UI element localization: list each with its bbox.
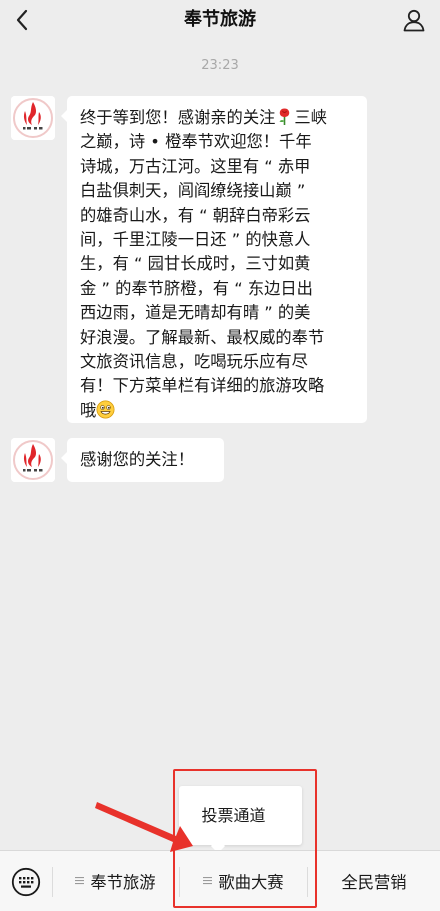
chat-header: 奉节旅游 <box>0 0 440 40</box>
profile-button[interactable] <box>398 4 430 36</box>
menu-tab-label: 奉节旅游 <box>90 873 156 892</box>
grinning-face-emoji <box>96 400 115 419</box>
message-timestamp: 23:23 <box>201 58 239 73</box>
message-line: 哦 <box>80 399 355 423</box>
menu-tab-label: 全民营销 <box>341 873 407 892</box>
message-text: 感谢您的关注！ <box>80 450 194 469</box>
menu-tab-fengjie-travel[interactable]: 奉节旅游 <box>52 851 179 911</box>
sender-avatar[interactable] <box>11 96 55 140</box>
fengjie-logo-icon <box>11 438 55 482</box>
message-line: 西边雨，道是无晴却有晴 ” 的美 <box>80 303 311 323</box>
message-line: 诗城，万古江河。这里有 “ 赤甲 <box>80 156 311 176</box>
rose-emoji <box>279 108 290 125</box>
keyboard-icon <box>11 867 41 897</box>
keyboard-toggle-button[interactable] <box>4 860 48 904</box>
message-line: 终于等到您！感谢亲的关注 三峡 <box>80 108 327 127</box>
message-line: 金 ” 的奉节脐橙，有 “ 东边日出 <box>80 278 313 298</box>
message-line: 间，千里江陵一日还 ” 的快意人 <box>80 230 311 250</box>
message-line: 的雄奇山水，有 “ 朝辞白帝彩云 <box>80 205 311 225</box>
message-line: 文旅资讯信息，吃喝玩乐应有尽 <box>80 352 308 372</box>
fengjie-logo-icon <box>11 96 55 140</box>
message-line: 生，有 “ 园甘长成时，三寸如黄 <box>80 254 311 274</box>
person-icon <box>403 9 425 32</box>
menu-lines-icon <box>75 876 85 884</box>
message-bubble: 感谢您的关注！ <box>61 438 224 482</box>
message-bubble: 终于等到您！感谢亲的关注 三峡 之巅，诗 • 橙奉节欢迎您！千年 诗城，万古江河。… <box>61 96 367 423</box>
message-line: 有！下方菜单栏有详细的旅游攻略 <box>80 376 325 396</box>
message-line: 之巅，诗 • 橙奉节欢迎您！千年 <box>80 132 312 152</box>
annotation-highlight-box <box>173 769 317 908</box>
menu-tab-marketing[interactable]: 全民营销 <box>308 851 440 911</box>
page-title: 奉节旅游 <box>184 9 256 30</box>
message-line: 好浪漫。了解最新、最权威的奉节 <box>80 327 325 347</box>
sender-avatar[interactable] <box>11 438 55 482</box>
message-line: 白盐俱刺天，闾阎缭绕接山巅 ” <box>80 181 306 201</box>
